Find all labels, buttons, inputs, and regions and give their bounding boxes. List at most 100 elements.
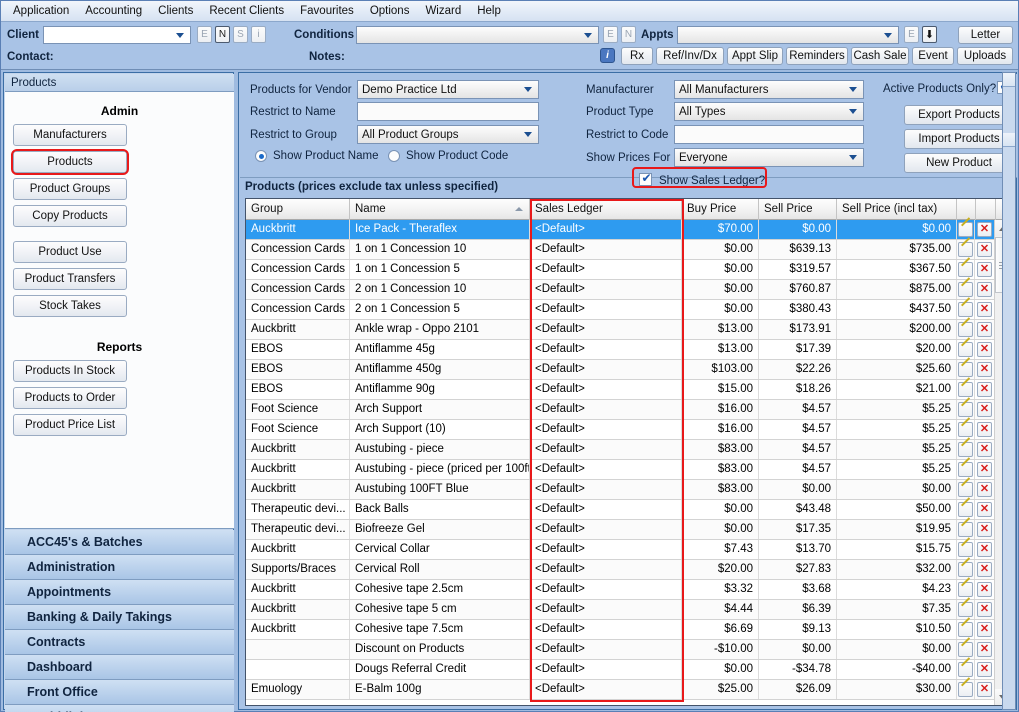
delete-row-button[interactable]: ✕ (975, 620, 995, 639)
table-row[interactable]: Dougs Referral Credit <Default> $0.00 -$34.… (246, 660, 996, 680)
export-products-button[interactable]: Export Products (904, 105, 1014, 125)
delete-row-button[interactable]: ✕ (975, 340, 995, 359)
table-row[interactable]: EBOS Antiflamme 90g <Default> $15.00 $18.26 $… (246, 380, 996, 400)
edit-row-button[interactable] (957, 380, 975, 399)
conditions-combo[interactable] (356, 26, 599, 44)
window-scrollbar-thumb[interactable] (1003, 133, 1015, 147)
product-type-combo[interactable]: All Types (674, 102, 864, 121)
show-prices-combo[interactable]: Everyone (674, 148, 864, 167)
delete-row-button[interactable]: ✕ (975, 640, 995, 659)
table-row[interactable]: Supports/Braces Cervical Roll <Default> $20… (246, 560, 996, 580)
restrict-name-input[interactable] (357, 102, 539, 121)
delete-row-button[interactable]: ✕ (975, 300, 995, 319)
table-row[interactable]: Foot Science Arch Support (10) <Default> $1… (246, 420, 996, 440)
delete-row-button[interactable]: ✕ (975, 400, 995, 419)
uploads-button[interactable]: Uploads (957, 47, 1013, 65)
sidebar-button-products-in-stock[interactable]: Products In Stock (13, 360, 127, 382)
column-header-name[interactable]: Name (350, 199, 530, 220)
edit-row-button[interactable] (957, 480, 975, 499)
sidebar-button-product-transfers[interactable]: Product Transfers (13, 268, 127, 290)
delete-row-button[interactable]: ✕ (975, 580, 995, 599)
table-row[interactable]: Discount on Products <Default> -$10.00 $0.0… (246, 640, 996, 660)
letter-button[interactable]: Letter (958, 26, 1013, 44)
delete-row-button[interactable]: ✕ (975, 440, 995, 459)
edit-row-button[interactable] (957, 460, 975, 479)
table-row[interactable]: Auckbritt Ice Pack - Theraflex <Default> $7… (246, 220, 996, 240)
column-header-group[interactable]: Group (246, 199, 350, 220)
sidebar-item-appointments[interactable]: Appointments (5, 580, 234, 605)
sidebar-item-banking-daily-takings[interactable]: Banking & Daily Takings (5, 605, 234, 630)
appt-slip-button[interactable]: Appt Slip (727, 47, 783, 65)
edit-row-button[interactable] (957, 660, 975, 679)
menu-item-wizard[interactable]: Wizard (417, 3, 469, 19)
delete-row-button[interactable]: ✕ (975, 260, 995, 279)
edit-row-button[interactable] (957, 320, 975, 339)
sidebar-button-product-groups[interactable]: Product Groups (13, 178, 127, 200)
download-icon[interactable]: ⬇ (922, 26, 937, 43)
delete-row-button[interactable]: ✕ (975, 460, 995, 479)
client-btn-s[interactable]: S (233, 26, 248, 43)
conditions-btn-n[interactable]: N (621, 26, 636, 43)
edit-row-button[interactable] (957, 280, 975, 299)
table-row[interactable]: Concession Cards 2 on 1 Concession 10 <Def… (246, 280, 996, 300)
delete-row-button[interactable]: ✕ (975, 360, 995, 379)
event-button[interactable]: Event (912, 47, 954, 65)
edit-row-button[interactable] (957, 620, 975, 639)
delete-row-button[interactable]: ✕ (975, 520, 995, 539)
restrict-code-input[interactable] (674, 125, 864, 144)
edit-row-button[interactable] (957, 600, 975, 619)
menu-item-recent-clients[interactable]: Recent Clients (201, 3, 292, 19)
client-btn-i[interactable]: i (251, 26, 266, 43)
new-product-button[interactable]: New Product (904, 153, 1014, 173)
menu-item-help[interactable]: Help (469, 3, 509, 19)
table-row[interactable]: Concession Cards 1 on 1 Concession 5 <Defa… (246, 260, 996, 280)
delete-row-button[interactable]: ✕ (975, 320, 995, 339)
table-row[interactable]: Auckbritt Austubing - piece <Default> $83.0… (246, 440, 996, 460)
edit-row-button[interactable] (957, 240, 975, 259)
menu-item-clients[interactable]: Clients (150, 3, 201, 19)
conditions-btn-e[interactable]: E (603, 26, 618, 43)
window-scroll-up-icon[interactable] (1003, 73, 1015, 87)
sidebar-button-product-price-list[interactable]: Product Price List (13, 414, 127, 436)
menu-item-favourites[interactable]: Favourites (292, 3, 362, 19)
edit-row-button[interactable] (957, 540, 975, 559)
edit-row-button[interactable] (957, 520, 975, 539)
delete-row-button[interactable]: ✕ (975, 420, 995, 439)
window-vertical-scrollbar[interactable] (1002, 72, 1016, 710)
sidebar-button-products-to-order[interactable]: Products to Order (13, 387, 127, 409)
table-row[interactable]: Foot Science Arch Support <Default> $16.00 $… (246, 400, 996, 420)
delete-row-button[interactable]: ✕ (975, 240, 995, 259)
column-header-sell-price-incl[interactable]: Sell Price (incl tax) (837, 199, 957, 220)
cash-sale-button[interactable]: Cash Sale (851, 47, 909, 65)
edit-row-button[interactable] (957, 300, 975, 319)
table-row[interactable]: Auckbritt Cervical Collar <Default> $7.43 $1… (246, 540, 996, 560)
table-row[interactable]: Auckbritt Austubing - piece (priced per 1… (246, 460, 996, 480)
table-row[interactable]: EBOS Antiflamme 45g <Default> $13.00 $17.39 $… (246, 340, 996, 360)
edit-row-button[interactable] (957, 580, 975, 599)
sidebar-button-products[interactable]: Products (11, 149, 129, 175)
menu-item-application[interactable]: Application (5, 3, 77, 19)
ref-inv-dx-button[interactable]: Ref/Inv/Dx (656, 47, 724, 65)
sidebar-item-healthlink[interactable]: Healthlink (5, 705, 234, 712)
table-row[interactable]: Concession Cards 2 on 1 Concession 5 <Defa… (246, 300, 996, 320)
radio-show-product-code[interactable] (388, 150, 400, 162)
sidebar-button-stock-takes[interactable]: Stock Takes (13, 295, 127, 317)
sidebar-item-dashboard[interactable]: Dashboard (5, 655, 234, 680)
sidebar-button-product-use[interactable]: Product Use (13, 241, 127, 263)
edit-row-button[interactable] (957, 360, 975, 379)
delete-row-button[interactable]: ✕ (975, 220, 995, 239)
client-btn-n[interactable]: N (215, 26, 230, 43)
delete-row-button[interactable]: ✕ (975, 560, 995, 579)
restrict-group-combo[interactable]: All Product Groups (357, 125, 539, 144)
appts-combo[interactable] (677, 26, 899, 44)
table-row[interactable]: Auckbritt Cohesive tape 2.5cm <Default> $3.… (246, 580, 996, 600)
client-combo[interactable] (43, 26, 191, 44)
sidebar-item-contracts[interactable]: Contracts (5, 630, 234, 655)
info-icon[interactable]: i (600, 48, 615, 63)
client-btn-e[interactable]: E (197, 26, 212, 43)
delete-row-button[interactable]: ✕ (975, 280, 995, 299)
table-row[interactable]: Auckbritt Cohesive tape 5 cm <Default> $4.4… (246, 600, 996, 620)
show-sales-ledger-checkbox[interactable] (639, 171, 653, 186)
edit-row-button[interactable] (957, 440, 975, 459)
table-row[interactable]: Emuology E-Balm 100g <Default> $25.00 $26.09… (246, 680, 996, 700)
